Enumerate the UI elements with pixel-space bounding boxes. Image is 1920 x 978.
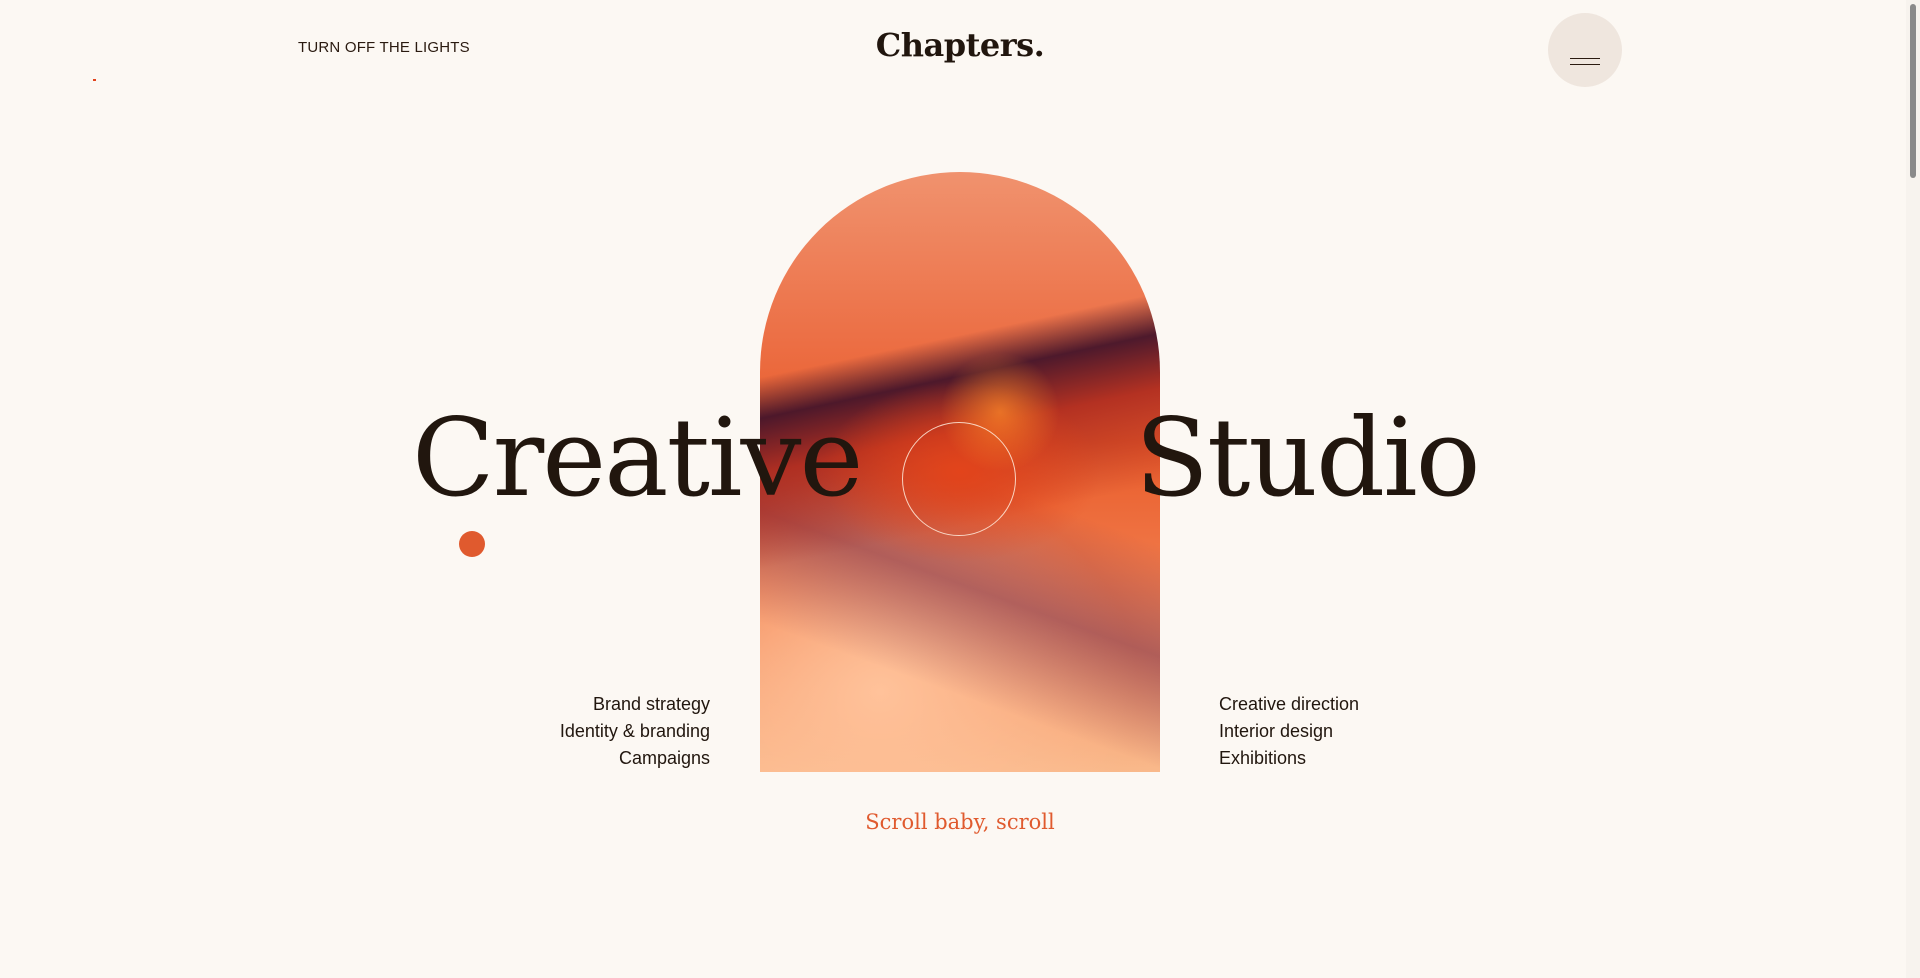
headline-creative: Creative [412, 396, 863, 521]
cursor-ring[interactable] [902, 422, 1016, 536]
logo[interactable]: Chapters. [876, 26, 1045, 64]
services-list-left: Brand strategy Identity & branding Campa… [560, 691, 710, 772]
service-item: Exhibitions [1219, 748, 1307, 768]
services-list-right: Creative direction Interior design Exhib… [1219, 691, 1359, 772]
page: TURN OFF THE LIGHTS Chapters. Creative S… [0, 0, 1920, 978]
scroll-cta[interactable]: Scroll baby, scroll [865, 810, 1054, 834]
service-item: Brand strategy [592, 694, 710, 714]
service-item: Interior design [1219, 721, 1334, 741]
headline-studio: Studio [1135, 396, 1481, 521]
menu-button[interactable] [1548, 13, 1622, 87]
accent-mark [93, 79, 96, 81]
hamburger-line-top [1570, 58, 1600, 59]
accent-dot [459, 531, 485, 557]
lights-toggle[interactable]: TURN OFF THE LIGHTS [298, 39, 470, 56]
logo-wrapper: Chapters. [0, 26, 1920, 64]
service-item: Identity & branding [559, 721, 710, 741]
hamburger-line-bottom [1570, 64, 1600, 65]
scrollbar-thumb[interactable] [1910, 4, 1916, 178]
service-item: Campaigns [618, 748, 710, 768]
service-item: Creative direction [1219, 694, 1360, 714]
scrollbar[interactable] [1906, 0, 1920, 978]
scroll-cta-wrapper: Scroll baby, scroll [0, 810, 1920, 834]
